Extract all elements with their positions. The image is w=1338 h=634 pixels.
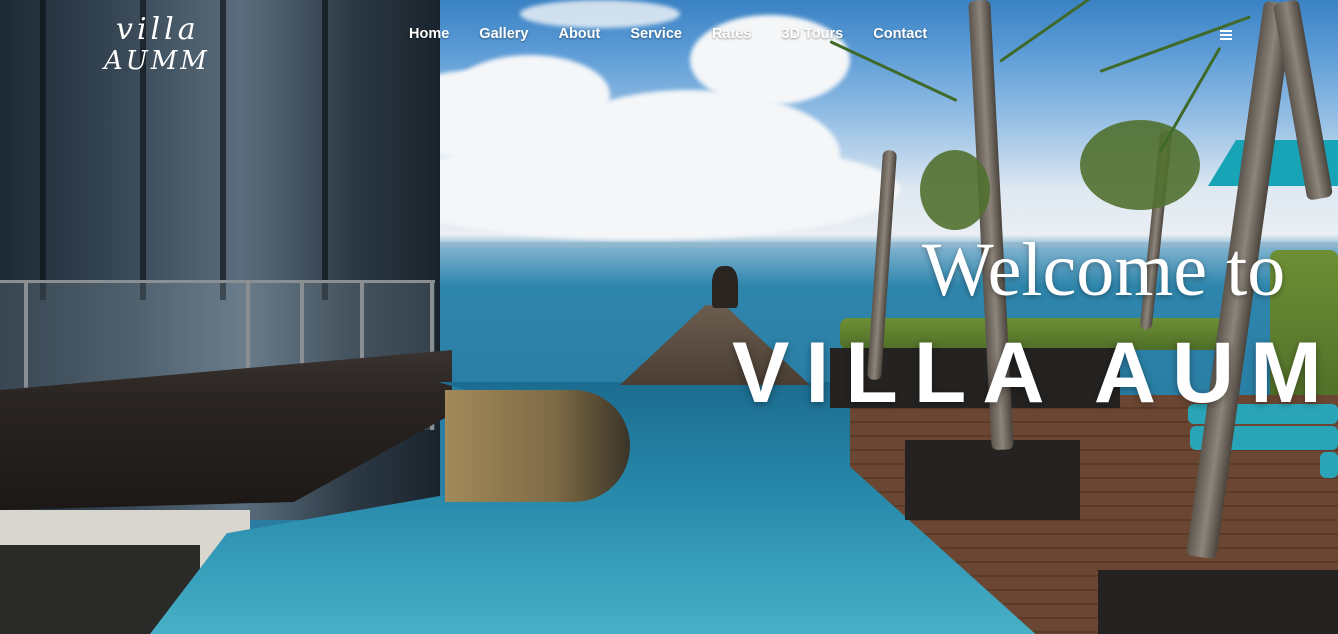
palm-frond bbox=[1099, 15, 1251, 73]
hero-welcome-text: Welcome to bbox=[922, 228, 1286, 312]
cloud-shape bbox=[380, 140, 900, 240]
planter bbox=[905, 440, 1080, 520]
glass-frame bbox=[220, 0, 226, 300]
main-nav: Home Gallery About Service Rates 3D Tour… bbox=[394, 26, 942, 42]
hero-title: VILLA AUM bbox=[732, 325, 1338, 421]
palm-leaves bbox=[1080, 120, 1200, 210]
palm-frond bbox=[1158, 46, 1222, 153]
hero-background bbox=[0, 0, 1338, 634]
nav-contact[interactable]: Contact bbox=[858, 26, 942, 42]
lounger-cushion bbox=[1320, 452, 1338, 478]
nav-service[interactable]: Service bbox=[615, 26, 697, 42]
glass-frame bbox=[322, 0, 328, 300]
nav-about[interactable]: About bbox=[543, 26, 615, 42]
cloud-shape bbox=[520, 0, 680, 28]
stone-wall bbox=[445, 390, 630, 502]
logo-text-top: villa bbox=[116, 12, 200, 47]
logo-text-bottom: AUMM bbox=[104, 46, 210, 76]
planter bbox=[1098, 570, 1338, 634]
nav-gallery[interactable]: Gallery bbox=[464, 26, 543, 42]
palm-frond bbox=[829, 40, 958, 103]
palm-frond bbox=[999, 0, 1124, 63]
nav-home[interactable]: Home bbox=[394, 26, 464, 42]
nav-3d-tours[interactable]: 3D Tours bbox=[766, 26, 858, 42]
nav-rates[interactable]: Rates bbox=[697, 26, 767, 42]
glass-frame bbox=[40, 0, 46, 300]
palm-leaves bbox=[920, 150, 990, 230]
villa-aum-logo[interactable]: villa AUMM bbox=[104, 12, 207, 82]
statue bbox=[712, 266, 738, 308]
hamburger-menu-icon[interactable] bbox=[1220, 30, 1232, 40]
